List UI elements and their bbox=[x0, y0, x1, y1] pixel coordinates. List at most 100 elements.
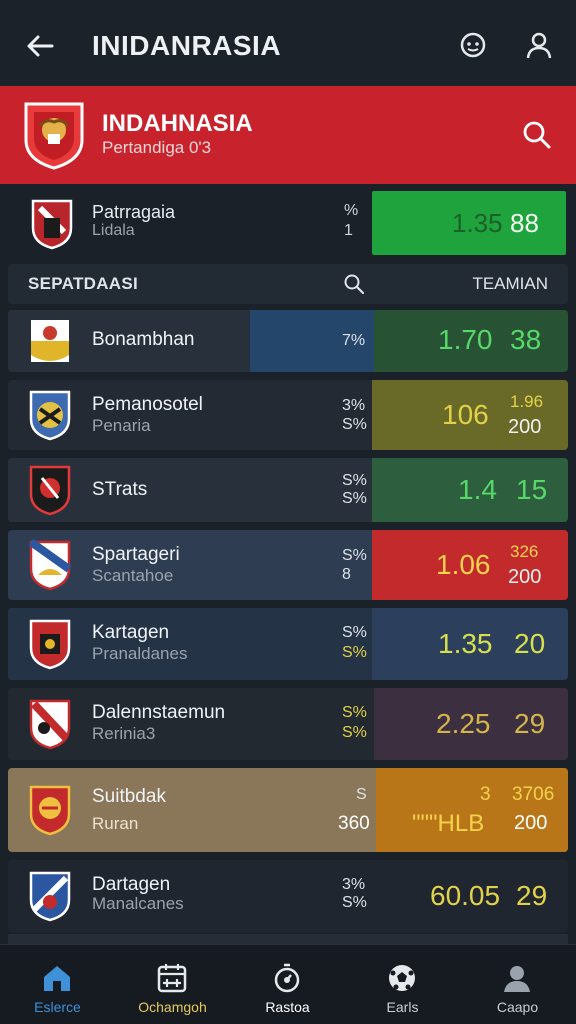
team-badge-icon bbox=[29, 390, 71, 441]
soccer-ball-icon bbox=[389, 965, 415, 991]
banner-title: INDAHNASIA bbox=[102, 110, 253, 137]
percent-value-2: S% bbox=[342, 490, 367, 507]
team-subtitle: Manalcanes bbox=[92, 894, 184, 913]
garuda-crest-icon bbox=[24, 102, 84, 170]
section-header: SEPATDAASI TEAMIAN bbox=[8, 264, 568, 304]
percent-value: 3% bbox=[342, 397, 366, 414]
odds-value-2: 88 bbox=[510, 208, 539, 238]
user-icon[interactable] bbox=[522, 28, 556, 62]
percent-value: S% bbox=[342, 547, 367, 564]
team-name: Spartageri bbox=[92, 544, 180, 565]
profile-icon bbox=[504, 966, 530, 992]
odds-value-2: 20 bbox=[514, 628, 546, 659]
featured-match-row[interactable]: Patrragaia Lidala % 1 1.35 88 bbox=[10, 190, 566, 256]
bottom-navigation: Eslerce Ochamgoh Rastoa Earls Caapo bbox=[0, 944, 576, 1024]
team-badge-icon bbox=[31, 320, 69, 362]
percent-value: S% bbox=[342, 704, 367, 721]
percent-value-2: 360 bbox=[338, 813, 370, 834]
percent-value-2: S% bbox=[342, 724, 367, 741]
match-row[interactable]: Spartageri Scantahoe S% 8 1.06 326 200 bbox=[8, 530, 568, 600]
odds-value: 3 bbox=[480, 784, 491, 805]
nav-label: Rastoa bbox=[265, 999, 310, 1015]
nav-label: Earls bbox=[386, 999, 419, 1015]
team-name: Bonambhan bbox=[92, 329, 195, 350]
nav-item-matches[interactable]: Ochamgoh bbox=[115, 945, 230, 1024]
odds-value: 1.06 bbox=[436, 549, 491, 580]
percent-value-2: S% bbox=[342, 416, 367, 433]
top-app-bar: INIDANRASIA bbox=[0, 0, 576, 86]
team-name: Patrragaia bbox=[92, 202, 176, 222]
team-subtitle: Scantahoe bbox=[92, 566, 174, 585]
team-badge-icon bbox=[28, 539, 72, 591]
back-arrow-icon[interactable] bbox=[22, 28, 58, 64]
team-name: Dalennstaemun bbox=[92, 702, 226, 723]
nav-item-profile[interactable]: Caapo bbox=[460, 945, 575, 1024]
banner-subtitle: Pertandiga 0'3 bbox=[102, 138, 212, 157]
odds-value: 1.70 bbox=[438, 324, 493, 355]
home-icon bbox=[44, 966, 70, 991]
team-subtitle: Penaria bbox=[92, 416, 151, 435]
league-banner: INDAHNASIA Pertandiga 0'3 bbox=[0, 86, 576, 184]
search-icon[interactable] bbox=[342, 272, 366, 296]
percent-value: S% bbox=[342, 624, 367, 641]
odds-value-2: 29 bbox=[514, 708, 546, 739]
search-icon[interactable] bbox=[520, 118, 554, 152]
odds-value-3: 200 bbox=[508, 416, 542, 438]
percent-value-2: S% bbox=[342, 894, 367, 911]
team-badge-icon bbox=[29, 871, 71, 922]
team-subtitle: Rerinia3 bbox=[92, 724, 156, 743]
team-name: STrats bbox=[92, 479, 148, 500]
match-row[interactable]: Dartagen Manalcanes 3% S% 60.05 29 bbox=[8, 860, 568, 932]
match-row[interactable]: Kartagen Pranaldanes S% S% 1.35 20 bbox=[8, 608, 568, 680]
match-row[interactable]: STrats S% S% 1.4 15 bbox=[8, 458, 568, 522]
odds-value-3: 200 bbox=[508, 566, 542, 588]
odds-value-2: 326 bbox=[510, 542, 539, 561]
match-row[interactable]: Bonambhan 7% 1.70 38 bbox=[8, 310, 568, 372]
team-name: Suitbdak bbox=[92, 786, 166, 807]
odds-value: 60.05 bbox=[430, 880, 501, 911]
odds-value-4: 200 bbox=[514, 812, 548, 834]
calendar-icon bbox=[157, 964, 187, 993]
team-name: Kartagen bbox=[92, 622, 170, 643]
team-badge-icon bbox=[29, 619, 71, 670]
chat-icon[interactable] bbox=[456, 28, 490, 62]
percent-value: S bbox=[356, 786, 367, 803]
team-subtitle: Ruran bbox=[92, 814, 139, 833]
match-row[interactable]: Dalennstaemun Rerinia3 S% S% 2.25 29 bbox=[8, 688, 568, 760]
odds-value: 1.35 bbox=[438, 628, 493, 659]
percent-value-2: 1 bbox=[344, 222, 353, 239]
match-row[interactable]: Pemanosotel Penaria 3% S% 106 1.96 200 bbox=[8, 380, 568, 450]
odds-value-2: 38 bbox=[510, 324, 542, 355]
team-subtitle: Lidala bbox=[92, 222, 135, 239]
team-badge-icon bbox=[29, 465, 71, 516]
odds-value-3: """HLB bbox=[412, 810, 485, 837]
team-name: Dartagen bbox=[92, 874, 171, 895]
odds-value: 2.25 bbox=[436, 708, 491, 739]
section-title: SEPATDAASI bbox=[28, 274, 139, 293]
match-row[interactable]: Suitbdak Ruran S 360 3 3706 """HLB 200 bbox=[8, 768, 568, 852]
team-badge-icon bbox=[31, 199, 73, 250]
app-title: INIDANRASIA bbox=[92, 30, 282, 61]
odds-value: 106 bbox=[442, 399, 489, 430]
odds-value-2: 29 bbox=[516, 880, 548, 911]
odds-value-2: 1.96 bbox=[510, 392, 544, 411]
team-badge-icon bbox=[29, 699, 71, 750]
partial-row bbox=[8, 934, 568, 944]
nav-label: Eslerce bbox=[34, 999, 81, 1015]
nav-item-results[interactable]: Earls bbox=[345, 945, 460, 1024]
team-badge-icon bbox=[29, 785, 71, 836]
percent-value-2: S% bbox=[342, 644, 367, 661]
percent-value: % bbox=[344, 202, 359, 219]
section-column-label: TEAMIAN bbox=[472, 274, 548, 293]
nav-item-home[interactable]: Eslerce bbox=[0, 945, 115, 1024]
percent-value-2: 8 bbox=[342, 566, 351, 583]
team-name: Pemanosotel bbox=[92, 394, 203, 415]
percent-value: 7% bbox=[342, 332, 366, 349]
team-subtitle: Pranaldanes bbox=[92, 644, 188, 663]
nav-item-live[interactable]: Rastoa bbox=[230, 945, 345, 1024]
nav-label: Ochamgoh bbox=[138, 999, 207, 1015]
nav-label: Caapo bbox=[496, 999, 539, 1015]
percent-value: 3% bbox=[342, 876, 366, 893]
odds-value-2: 15 bbox=[516, 474, 548, 505]
stopwatch-icon bbox=[274, 963, 300, 993]
